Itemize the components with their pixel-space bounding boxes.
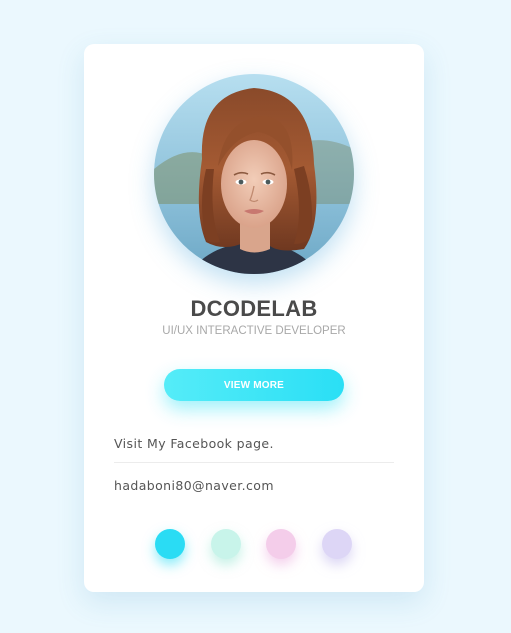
view-more-button[interactable]: VIEW MORE	[164, 369, 344, 401]
avatar	[154, 74, 354, 274]
theme-dot-cyan[interactable]	[155, 529, 185, 559]
theme-dot-pink[interactable]	[266, 529, 296, 559]
profile-name: DCODELAB	[190, 296, 318, 321]
theme-dot-lavender[interactable]	[322, 529, 352, 559]
divider	[114, 462, 394, 463]
profile-card: DCODELAB UI/UX INTERACTIVE DEVELOPER VIE…	[84, 44, 424, 592]
profile-role: UI/UX INTERACTIVE DEVELOPER	[162, 325, 346, 337]
avatar-portrait	[154, 74, 354, 274]
email-link[interactable]: hadaboni80@naver.com	[114, 478, 394, 493]
facebook-link[interactable]: Visit My Facebook page.	[114, 436, 394, 451]
theme-dot-mint[interactable]	[211, 529, 241, 559]
